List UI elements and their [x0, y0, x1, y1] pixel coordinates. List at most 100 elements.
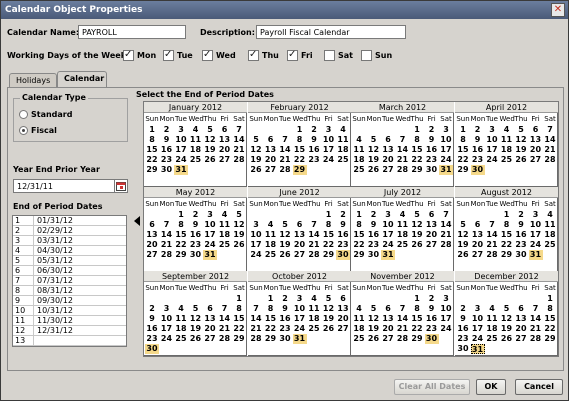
- day-cell[interactable]: 17: [322, 145, 336, 155]
- tab-holidays[interactable]: Holidays: [9, 73, 57, 88]
- day-cell[interactable]: 18: [543, 230, 557, 240]
- day-cell[interactable]: 8: [543, 304, 557, 314]
- day-cell[interactable]: 9: [278, 304, 292, 314]
- day-cell[interactable]: 9: [425, 304, 439, 314]
- description-field[interactable]: Payroll Fiscal Calendar: [256, 25, 406, 39]
- day-cell[interactable]: 18: [396, 230, 410, 240]
- day-cell[interactable]: 22: [352, 240, 366, 250]
- day-cell[interactable]: 6: [218, 125, 232, 135]
- day-cell[interactable]: 21: [485, 240, 499, 250]
- day-cell[interactable]: 1: [145, 125, 159, 135]
- day-cell[interactable]: 29: [174, 250, 188, 260]
- day-cell[interactable]: 19: [500, 324, 514, 334]
- previous-arrow-icon[interactable]: [134, 216, 140, 226]
- day-cell[interactable]: 20: [203, 324, 217, 334]
- day-cell[interactable]: 22: [456, 155, 470, 165]
- day-cell[interactable]: 27: [425, 240, 439, 250]
- day-cell[interactable]: 31: [174, 165, 188, 175]
- day-cell[interactable]: 28: [529, 334, 543, 344]
- day-cell[interactable]: 6: [381, 135, 395, 145]
- day-cell[interactable]: 19: [514, 145, 528, 155]
- day-cell[interactable]: 28: [543, 155, 557, 165]
- day-cell[interactable]: 20: [381, 155, 395, 165]
- day-cell[interactable]: 28: [396, 165, 410, 175]
- day-cell[interactable]: 2: [145, 304, 159, 314]
- day-cell[interactable]: 11: [307, 304, 321, 314]
- day-cell[interactable]: 22: [500, 240, 514, 250]
- day-cell[interactable]: 16: [425, 145, 439, 155]
- day-cell[interactable]: 12: [500, 314, 514, 324]
- day-cell[interactable]: 14: [439, 220, 453, 230]
- day-cell[interactable]: 28: [232, 155, 246, 165]
- day-cell[interactable]: 6: [514, 304, 528, 314]
- day-cell[interactable]: 27: [529, 155, 543, 165]
- day-cell[interactable]: 15: [410, 314, 424, 324]
- day-cell[interactable]: 2: [471, 125, 485, 135]
- day-cell[interactable]: 19: [203, 145, 217, 155]
- day-cell[interactable]: 25: [500, 155, 514, 165]
- day-cell[interactable]: 20: [381, 324, 395, 334]
- day-cell[interactable]: 13: [203, 314, 217, 324]
- day-cell[interactable]: 11: [174, 314, 188, 324]
- day-cell[interactable]: 14: [249, 314, 263, 324]
- calendar-name-field[interactable]: PAYROLL: [78, 25, 186, 39]
- day-cell[interactable]: 25: [352, 334, 366, 344]
- day-cell[interactable]: 19: [249, 155, 263, 165]
- day-cell[interactable]: 17: [529, 230, 543, 240]
- table-row[interactable]: 5 05/31/12: [13, 256, 126, 266]
- day-cell[interactable]: 23: [367, 240, 381, 250]
- day-cell[interactable]: 14: [529, 314, 543, 324]
- day-cell[interactable]: 6: [529, 125, 543, 135]
- table-row[interactable]: 3 03/31/12: [13, 236, 126, 246]
- day-cell[interactable]: 2: [160, 125, 174, 135]
- radio-fiscal[interactable]: Fiscal: [19, 126, 57, 135]
- day-cell[interactable]: 29: [410, 165, 424, 175]
- day-cell[interactable]: 4: [264, 220, 278, 230]
- day-cell[interactable]: 12: [278, 230, 292, 240]
- day-cell[interactable]: 23: [336, 240, 350, 250]
- calendar-picker-button[interactable]: [114, 179, 128, 193]
- day-cell[interactable]: 20: [336, 314, 350, 324]
- day-cell[interactable]: 8: [500, 220, 514, 230]
- day-cell[interactable]: 20: [264, 155, 278, 165]
- day-cell[interactable]: 15: [293, 145, 307, 155]
- day-cell[interactable]: 10: [249, 230, 263, 240]
- day-cell[interactable]: 16: [278, 314, 292, 324]
- day-cell[interactable]: 26: [410, 240, 424, 250]
- day-cell[interactable]: 6: [203, 304, 217, 314]
- day-cell[interactable]: 1: [322, 210, 336, 220]
- checkbox-thu[interactable]: Thu: [248, 49, 279, 62]
- day-cell[interactable]: 10: [293, 304, 307, 314]
- day-cell[interactable]: 7: [278, 135, 292, 145]
- day-cell[interactable]: 11: [485, 314, 499, 324]
- day-cell[interactable]: 28: [485, 250, 499, 260]
- day-cell[interactable]: 22: [410, 155, 424, 165]
- day-cell[interactable]: 15: [352, 230, 366, 240]
- day-cell[interactable]: 3: [160, 304, 174, 314]
- day-cell[interactable]: 9: [471, 135, 485, 145]
- day-cell[interactable]: 11: [336, 135, 350, 145]
- day-cell[interactable]: 29: [322, 250, 336, 260]
- day-cell[interactable]: 5: [367, 304, 381, 314]
- day-cell[interactable]: 24: [471, 334, 485, 344]
- day-cell[interactable]: 18: [352, 155, 366, 165]
- day-cell[interactable]: 3: [439, 294, 453, 304]
- day-cell[interactable]: 2: [367, 210, 381, 220]
- day-cell[interactable]: 30: [424, 334, 439, 344]
- day-cell[interactable]: 19: [367, 155, 381, 165]
- day-cell[interactable]: 3: [471, 304, 485, 314]
- day-cell[interactable]: 27: [514, 334, 528, 344]
- day-cell[interactable]: 29: [292, 165, 307, 175]
- day-cell[interactable]: 9: [367, 220, 381, 230]
- day-cell[interactable]: 28: [218, 334, 232, 344]
- day-cell[interactable]: 6: [293, 220, 307, 230]
- checkbox-fri[interactable]: Fri: [287, 49, 313, 62]
- day-cell[interactable]: 4: [396, 210, 410, 220]
- day-cell[interactable]: 16: [145, 324, 159, 334]
- day-cell[interactable]: 10: [160, 314, 174, 324]
- day-cell[interactable]: 1: [264, 294, 278, 304]
- day-cell[interactable]: 9: [145, 314, 159, 324]
- day-cell[interactable]: 20: [425, 230, 439, 240]
- day-cell[interactable]: 15: [322, 230, 336, 240]
- day-cell[interactable]: 15: [456, 145, 470, 155]
